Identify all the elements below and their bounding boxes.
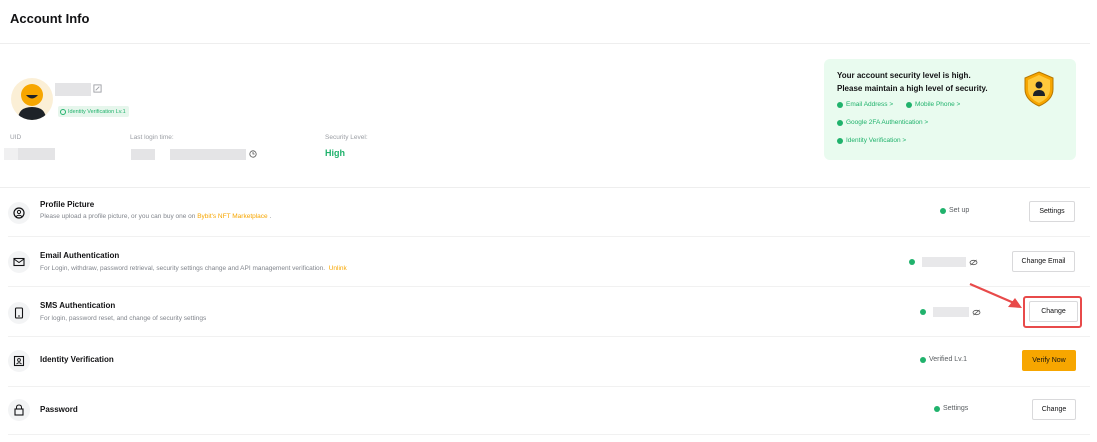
row-identity-verification: Identity Verification Verified Lv.1 Veri…: [8, 347, 1090, 387]
section-divider: [0, 187, 1090, 188]
check-icon: [906, 101, 912, 108]
email-masked: [922, 257, 966, 267]
mail-icon: [8, 251, 30, 273]
row-title: Identity Verification: [40, 355, 114, 364]
row-profile-picture: Profile Picture Please upload a profile …: [8, 197, 1090, 237]
mobile-icon: [8, 302, 30, 324]
nickname-masked: [55, 83, 91, 96]
phone-masked: [933, 307, 969, 317]
title-divider: [0, 43, 1090, 44]
avatar[interactable]: [11, 78, 53, 120]
status-email: [909, 257, 978, 267]
change-email-button[interactable]: Change Email: [1012, 251, 1075, 272]
row-separator: [8, 286, 1090, 287]
security-link-mobile-label: Mobile Phone >: [915, 101, 961, 108]
lock-icon: [8, 399, 30, 421]
check-icon: [934, 405, 940, 412]
status-password: Settings: [934, 405, 968, 412]
row-title: Email Authentication: [40, 251, 120, 260]
shield-icon: [1024, 71, 1054, 107]
security-card-line1: Your account security level is high.: [837, 71, 971, 80]
eye-slash-icon[interactable]: [969, 259, 978, 266]
row-desc: Please upload a profile picture, or you …: [40, 213, 271, 220]
status-verified: Verified Lv.1: [920, 356, 967, 363]
change-password-button[interactable]: Change: [1032, 399, 1076, 420]
security-card-line2: Please maintain a high level of security…: [837, 84, 988, 93]
check-icon: [909, 259, 915, 265]
unlink-link[interactable]: Unlink: [329, 265, 347, 272]
row-title: Profile Picture: [40, 200, 95, 209]
uid-masked: [18, 148, 55, 160]
row-desc-text: For Login, withdraw, password retrieval,…: [40, 265, 326, 272]
id-card-icon: [8, 350, 30, 372]
row-separator: [8, 434, 1090, 435]
nft-marketplace-link[interactable]: Bybit's NFT Marketplace: [197, 213, 267, 220]
security-level-value: High: [325, 148, 345, 158]
row-desc: For login, password reset, and change of…: [40, 315, 207, 322]
last-login-label: Last login time:: [130, 134, 174, 141]
status-label: Settings: [943, 405, 969, 412]
security-link-identity[interactable]: Identity Verification >: [837, 137, 906, 144]
security-link-email[interactable]: Email Address >: [837, 101, 893, 108]
edit-icon[interactable]: [93, 84, 102, 93]
check-icon: [60, 108, 66, 115]
uid-masked: [4, 148, 18, 160]
uid-label: UID: [10, 134, 22, 141]
status-label: Verified Lv.1: [929, 356, 968, 363]
row-password: Password Settings Change: [8, 397, 1090, 437]
status-label: Set up: [949, 207, 970, 214]
last-login-masked: [170, 149, 246, 160]
row-sms-authentication: SMS Authentication For login, password r…: [8, 297, 1090, 337]
annotation-highlight-box: [1023, 296, 1082, 328]
row-title: SMS Authentication: [40, 301, 116, 310]
row-separator: [8, 386, 1090, 387]
verify-now-button[interactable]: Verify Now: [1022, 350, 1076, 371]
row-desc-text: Please upload a profile picture, or you …: [40, 213, 198, 220]
check-icon: [837, 119, 843, 126]
row-desc-tail: .: [269, 213, 272, 220]
security-link-email-label: Email Address >: [846, 101, 894, 108]
identity-badge-label: Identity Verification Lv.1: [68, 108, 126, 115]
security-link-mobile[interactable]: Mobile Phone >: [906, 101, 960, 108]
row-desc: For Login, withdraw, password retrieval,…: [40, 265, 347, 272]
user-circle-icon: [8, 202, 30, 224]
row-separator: [8, 236, 1090, 237]
security-link-google-2fa-label: Google 2FA Authentication >: [846, 119, 929, 126]
settings-button[interactable]: Settings: [1029, 201, 1075, 222]
security-level-label: Security Level:: [325, 134, 368, 141]
annotation-arrow-icon: [969, 282, 1022, 308]
status-setup: Set up: [940, 207, 969, 214]
identity-badge: Identity Verification Lv.1: [58, 106, 129, 117]
check-icon: [837, 137, 843, 144]
security-link-identity-label: Identity Verification >: [846, 137, 907, 144]
row-title: Password: [40, 405, 78, 414]
security-link-google-2fa[interactable]: Google 2FA Authentication >: [837, 119, 928, 126]
row-separator: [8, 336, 1090, 337]
check-icon: [837, 101, 843, 108]
clock-icon: [249, 150, 257, 158]
check-icon: [940, 207, 946, 214]
last-login-masked: [131, 149, 155, 160]
security-card: Your account security level is high. Ple…: [824, 59, 1076, 160]
check-icon: [920, 309, 926, 315]
page-title: Account Info: [10, 11, 90, 26]
check-icon: [920, 356, 926, 363]
row-email-authentication: Email Authentication For Login, withdraw…: [8, 247, 1090, 287]
